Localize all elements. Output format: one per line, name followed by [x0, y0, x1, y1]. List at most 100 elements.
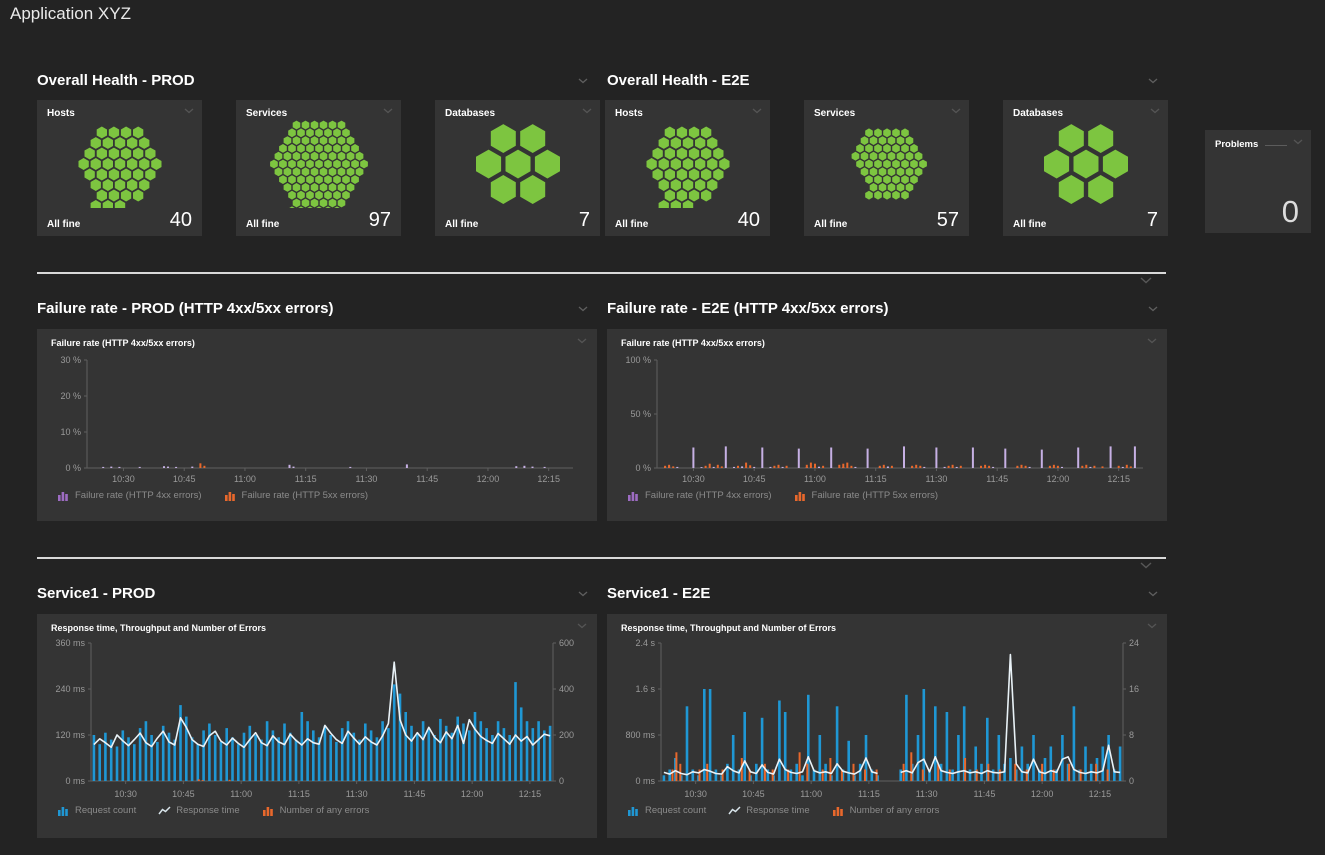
entity-count: 7	[579, 210, 590, 230]
section-header-service-prod: Service1 - PROD	[37, 585, 588, 602]
section-divider	[37, 272, 1166, 274]
honeycomb-databases-e2e	[1011, 120, 1161, 208]
tile-label: Services	[814, 108, 855, 119]
chevron-down-icon[interactable]	[578, 78, 588, 84]
legend-item[interactable]: Request count	[627, 805, 706, 816]
legend-item[interactable]: Failure rate (HTTP 5xx errors)	[224, 490, 369, 501]
line-series-icon	[728, 806, 741, 816]
tile-label: Databases	[1013, 108, 1063, 119]
svg-text:11:30: 11:30	[356, 474, 378, 484]
legend-label: Request count	[645, 805, 706, 816]
chevron-down-icon[interactable]	[1148, 78, 1158, 84]
svg-text:200: 200	[559, 730, 574, 740]
bar-series-icon	[57, 806, 70, 816]
chevron-down-icon[interactable]	[1140, 277, 1152, 284]
svg-text:11:45: 11:45	[416, 474, 438, 484]
svg-text:11:30: 11:30	[926, 474, 948, 484]
section-header-health-prod: Overall Health - PROD	[37, 72, 588, 89]
chart-legend: Failure rate (HTTP 4xx errors) Failure ra…	[43, 486, 591, 501]
chevron-down-icon[interactable]	[1147, 338, 1157, 344]
entity-count: 57	[937, 210, 959, 230]
chevron-down-icon[interactable]	[578, 591, 588, 597]
legend-label: Number of any errors	[280, 805, 370, 816]
section-header-failure-prod: Failure rate - PROD (HTTP 4xx/5xx errors…	[37, 300, 588, 317]
chevron-down-icon[interactable]	[578, 306, 588, 312]
chevron-down-icon[interactable]	[582, 108, 592, 114]
legend-item[interactable]: Failure rate (HTTP 4xx errors)	[57, 490, 202, 501]
svg-text:120 ms: 120 ms	[55, 730, 85, 740]
honeycomb-services-prod	[244, 120, 394, 208]
chevron-down-icon[interactable]	[184, 108, 194, 114]
svg-text:12:15: 12:15	[1107, 474, 1130, 484]
tile-label: Databases	[445, 108, 495, 119]
legend-label: Failure rate (HTTP 5xx errors)	[242, 490, 369, 501]
health-tile-services-e2e[interactable]: Services All fine 57	[804, 100, 969, 236]
svg-text:11:30: 11:30	[916, 789, 938, 799]
health-tile-hosts-prod[interactable]: Hosts All fine 40	[37, 100, 202, 236]
tile-label: Hosts	[47, 108, 75, 119]
service-prod-chart[interactable]: 0 ms120 ms240 ms360 ms020040060010:3010:…	[43, 633, 589, 801]
legend-item[interactable]: Number of any errors	[832, 805, 940, 816]
tile-label: Problems	[1215, 139, 1258, 150]
chevron-down-icon[interactable]	[951, 108, 961, 114]
chevron-down-icon[interactable]	[752, 108, 762, 114]
svg-text:20 %: 20 %	[60, 391, 81, 401]
chevron-down-icon[interactable]	[577, 338, 587, 344]
chevron-down-icon[interactable]	[1148, 591, 1158, 597]
svg-text:24: 24	[1129, 638, 1139, 648]
service-e2e-chart[interactable]: 0 ms800 ms1.6 s2.4 s08162410:3010:4511:0…	[613, 633, 1159, 801]
svg-text:50 %: 50 %	[630, 409, 651, 419]
entity-count: 40	[170, 210, 192, 230]
bar-series-icon	[627, 491, 640, 501]
chevron-down-icon[interactable]	[383, 108, 393, 114]
chart-tile-service-e2e: Response time, Throughput and Number of …	[607, 614, 1167, 838]
health-tile-databases-prod[interactable]: Databases All fine 7	[435, 100, 600, 236]
chevron-down-icon[interactable]	[577, 623, 587, 629]
health-tile-services-prod[interactable]: Services All fine 97	[236, 100, 401, 236]
section-header-service-e2e: Service1 - E2E	[607, 585, 1158, 602]
svg-text:11:00: 11:00	[230, 789, 252, 799]
svg-text:11:00: 11:00	[800, 789, 822, 799]
chart-title: Response time, Throughput and Number of …	[51, 623, 266, 633]
chart-legend: Request count Response time Number of any …	[43, 801, 591, 816]
svg-text:11:15: 11:15	[858, 789, 880, 799]
bar-series-icon	[224, 491, 237, 501]
chevron-down-icon[interactable]	[1140, 562, 1152, 569]
svg-text:240 ms: 240 ms	[55, 684, 85, 694]
status-text: All fine	[445, 219, 478, 230]
legend-item[interactable]: Number of any errors	[262, 805, 370, 816]
svg-text:10:30: 10:30	[112, 474, 135, 484]
legend-item[interactable]: Failure rate (HTTP 5xx errors)	[794, 490, 939, 501]
svg-text:11:15: 11:15	[865, 474, 887, 484]
chevron-down-icon[interactable]	[1293, 139, 1303, 145]
chevron-down-icon[interactable]	[1150, 108, 1160, 114]
chevron-down-icon[interactable]	[1148, 306, 1158, 312]
failure-e2e-chart[interactable]: 0 %50 %100 %10:3010:4511:0011:1511:3011:…	[613, 348, 1159, 486]
svg-text:2.4 s: 2.4 s	[635, 638, 655, 648]
problems-tile[interactable]: Problems 0	[1205, 130, 1311, 233]
health-tile-databases-e2e[interactable]: Databases All fine 7	[1003, 100, 1168, 236]
failure-prod-chart[interactable]: 0 %10 %20 %30 %10:3010:4511:0011:1511:30…	[43, 348, 589, 486]
svg-text:8: 8	[1129, 730, 1134, 740]
legend-item[interactable]: Response time	[728, 805, 809, 816]
status-text: All fine	[615, 219, 648, 230]
honeycomb-hosts-e2e	[613, 120, 763, 208]
legend-item[interactable]: Response time	[158, 805, 239, 816]
section-title: Service1 - PROD	[37, 585, 155, 602]
chevron-down-icon[interactable]	[1147, 623, 1157, 629]
entity-count: 97	[369, 210, 391, 230]
svg-text:10:45: 10:45	[742, 789, 765, 799]
svg-text:11:00: 11:00	[234, 474, 256, 484]
svg-text:10:45: 10:45	[743, 474, 766, 484]
legend-item[interactable]: Failure rate (HTTP 4xx errors)	[627, 490, 772, 501]
svg-text:11:45: 11:45	[403, 789, 425, 799]
health-tile-hosts-e2e[interactable]: Hosts All fine 40	[605, 100, 770, 236]
page-title: Application XYZ	[10, 4, 131, 24]
legend-item[interactable]: Request count	[57, 805, 136, 816]
chart-tile-failure-prod: Failure rate (HTTP 4xx/5xx errors) 0 %10…	[37, 329, 597, 521]
svg-text:11:15: 11:15	[288, 789, 310, 799]
section-title: Failure rate - E2E (HTTP 4xx/5xx errors)	[607, 300, 889, 317]
svg-text:12:15: 12:15	[519, 789, 542, 799]
svg-text:0 %: 0 %	[635, 463, 651, 473]
chart-legend: Failure rate (HTTP 4xx errors) Failure ra…	[613, 486, 1161, 501]
